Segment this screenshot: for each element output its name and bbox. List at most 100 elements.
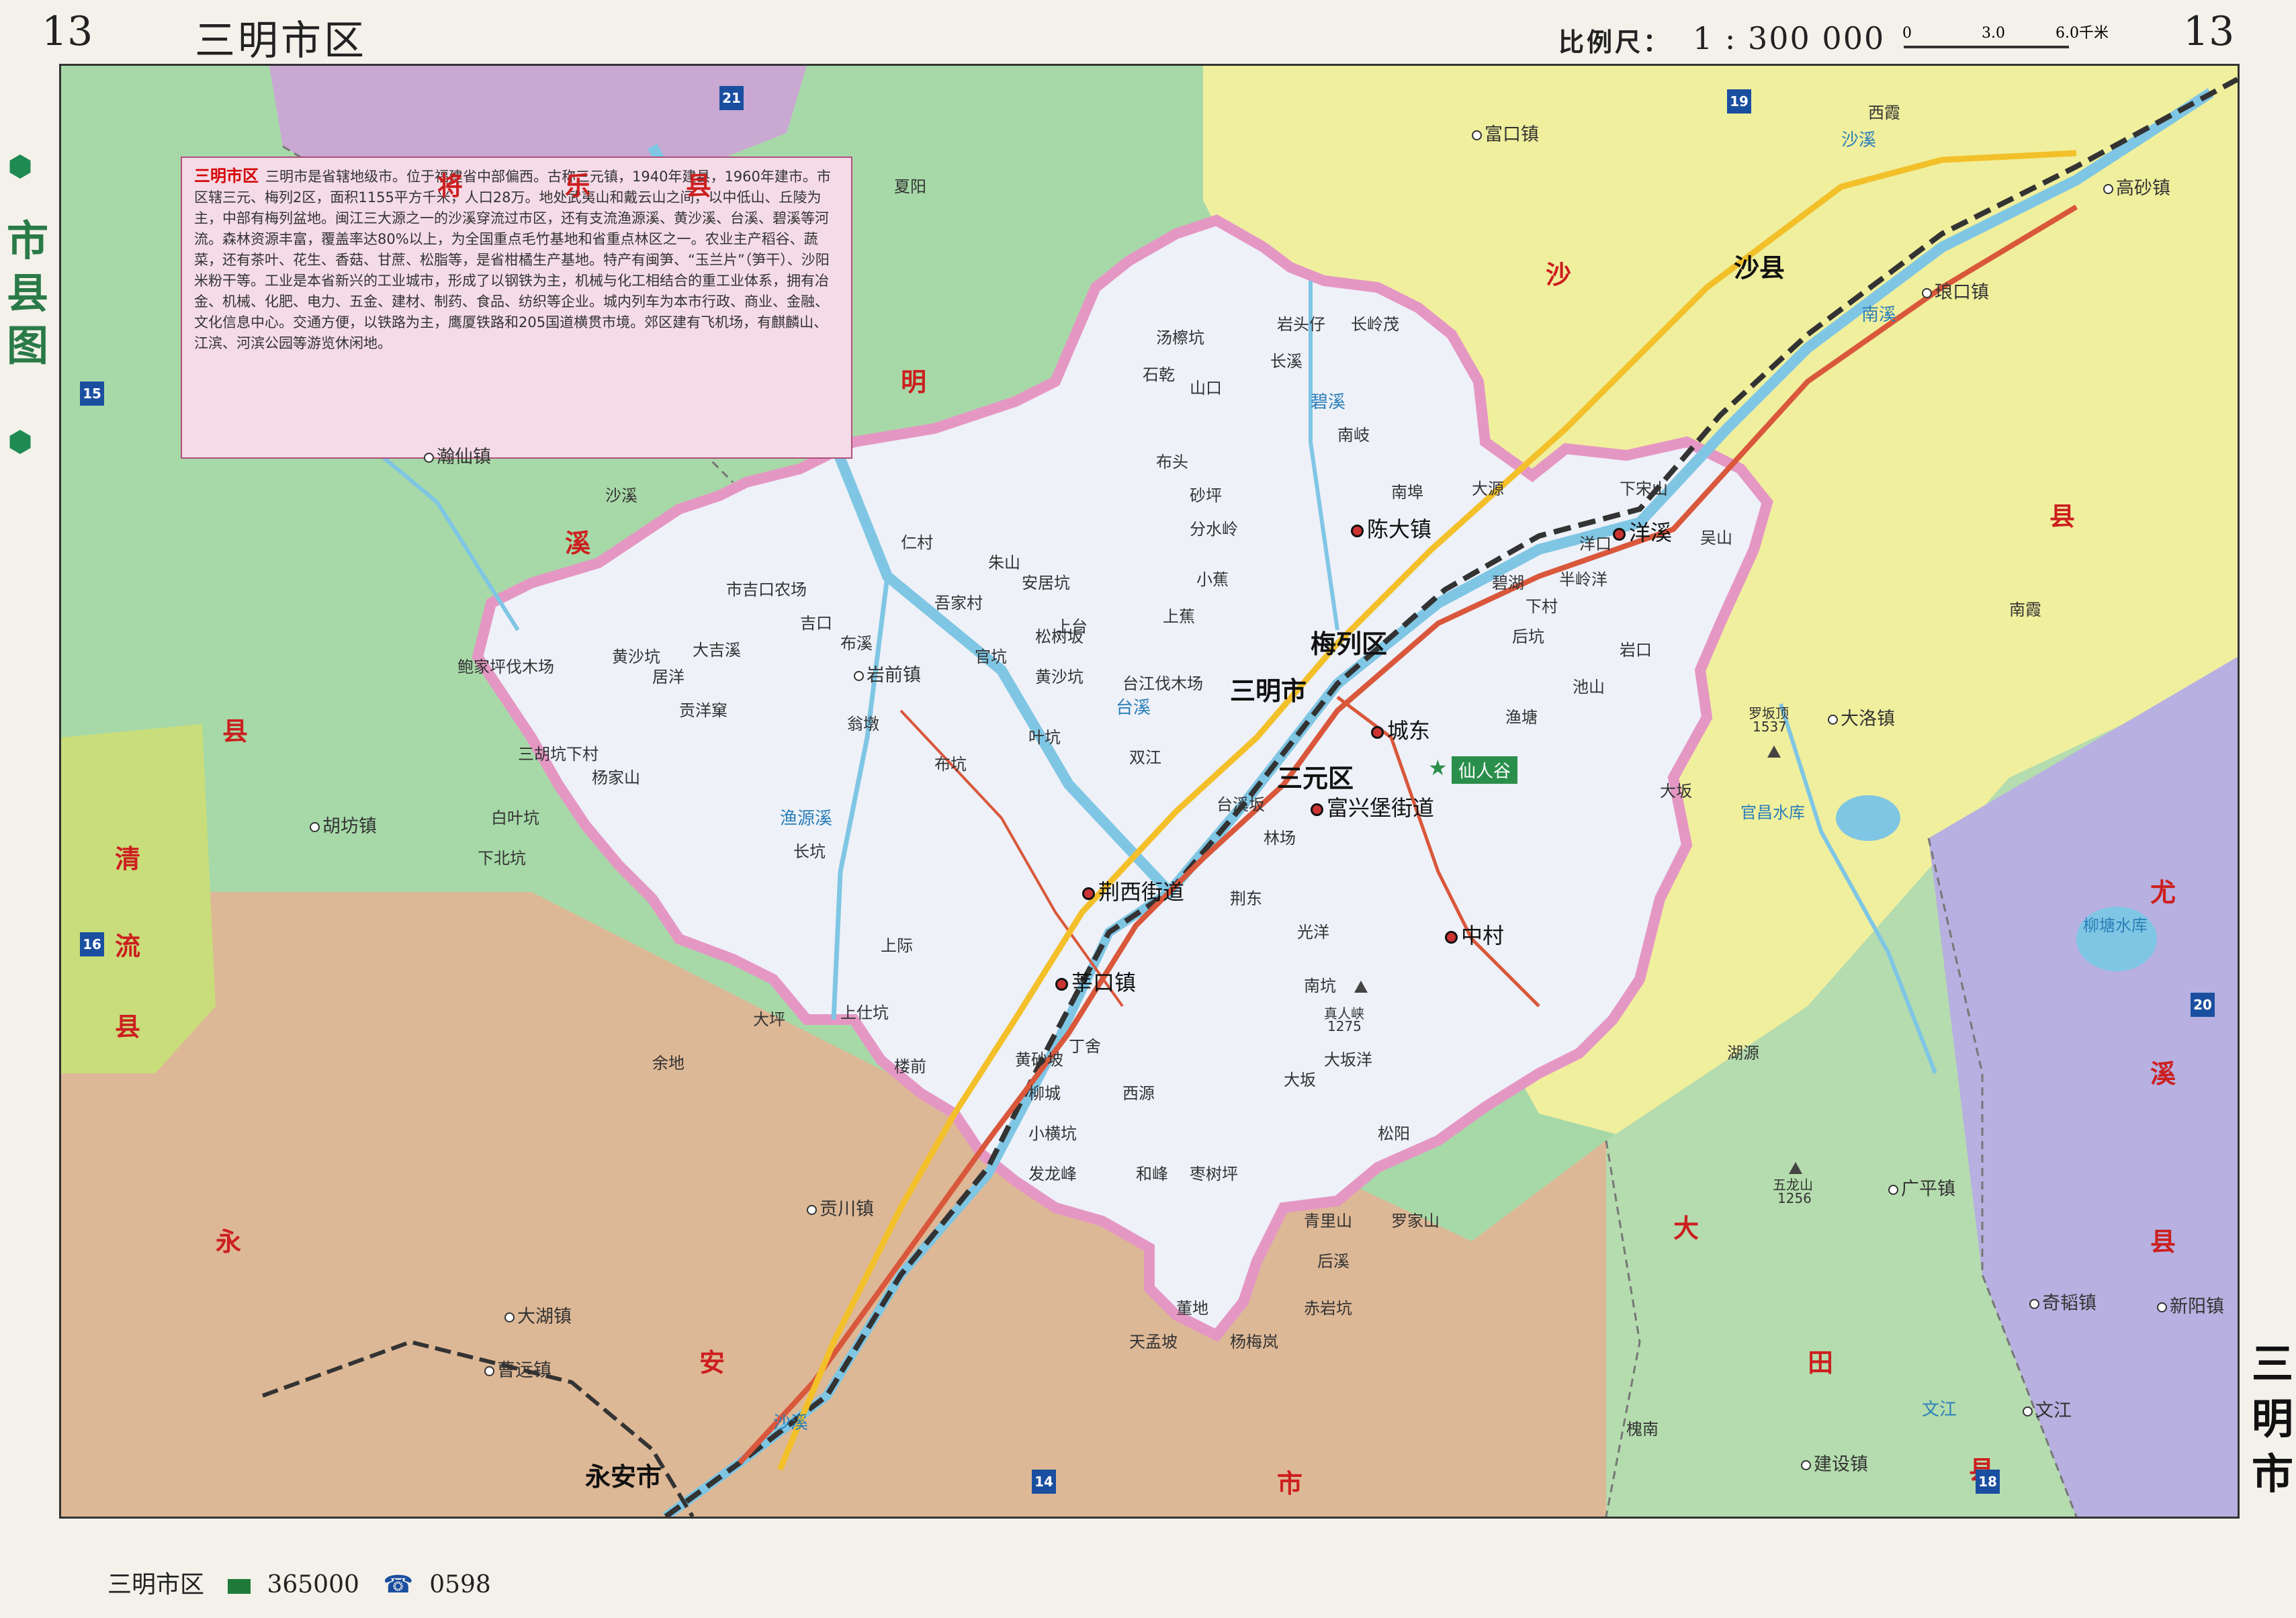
town-label[interactable]: 天孟坡 xyxy=(1129,1329,1178,1352)
town-label[interactable]: 上际 xyxy=(881,932,913,956)
town-label[interactable]: 荆东 xyxy=(1230,885,1262,909)
town-label[interactable]: 大湖镇 xyxy=(504,1302,572,1328)
town-label[interactable]: 曹远镇 xyxy=(484,1355,551,1382)
town-label[interactable]: 余地 xyxy=(652,1050,685,1073)
route-badge[interactable]: 14 xyxy=(1032,1470,1056,1494)
city-shaxian[interactable]: 沙县 xyxy=(1734,247,1785,284)
city-sanming[interactable]: 三明市 xyxy=(1230,670,1307,707)
town-label[interactable]: 安居坑 xyxy=(1022,570,1070,593)
town-label[interactable]: 下北坑 xyxy=(478,845,526,868)
town-label[interactable]: 富兴堡街道 xyxy=(1311,791,1434,822)
town-label[interactable]: 琅口镇 xyxy=(1922,277,1989,304)
town-label[interactable]: 分水岭 xyxy=(1190,516,1238,539)
town-label[interactable]: 西源 xyxy=(1122,1080,1155,1104)
town-label[interactable]: 鲍家坪伐木场 xyxy=(457,654,554,677)
town-label[interactable]: 渔塘 xyxy=(1505,704,1538,727)
town-label[interactable]: 罗家山 xyxy=(1391,1208,1440,1231)
town-label[interactable]: 岩头仔 xyxy=(1277,311,1325,334)
town-label[interactable]: 黄沙坑 xyxy=(1035,664,1084,687)
city-yongan[interactable]: 永安市 xyxy=(585,1456,662,1493)
town-label[interactable]: 高砂镇 xyxy=(2103,173,2170,199)
town-label[interactable]: 台江伐木场 xyxy=(1122,670,1203,694)
town-label[interactable]: 丁舍 xyxy=(1069,1033,1101,1057)
town-label[interactable]: 大坂 xyxy=(1660,778,1692,801)
town-label[interactable]: 楼前 xyxy=(894,1053,926,1077)
town-label[interactable]: 文江 xyxy=(2023,1396,2072,1422)
town-label[interactable]: 林场 xyxy=(1264,825,1296,848)
town-label[interactable]: 砂坪 xyxy=(1190,482,1222,506)
town-label[interactable]: 城东 xyxy=(1371,714,1430,745)
town-label[interactable]: 下宋山 xyxy=(1620,476,1668,499)
town-label[interactable]: 白叶坑 xyxy=(491,805,539,828)
town-label[interactable]: 沙溪 xyxy=(605,482,637,506)
town-label[interactable]: 奇韬镇 xyxy=(2029,1288,2096,1314)
town-label[interactable]: 青里山 xyxy=(1304,1208,1352,1231)
town-label[interactable]: 半岭洋 xyxy=(1559,566,1607,590)
town-label[interactable]: 翁墩 xyxy=(847,711,879,734)
town-label[interactable]: 富口镇 xyxy=(1472,120,1539,146)
town-label[interactable]: 上仕坑 xyxy=(840,999,889,1023)
town-label[interactable]: 后坑 xyxy=(1512,623,1544,647)
town-label[interactable]: 枣树坪 xyxy=(1190,1161,1238,1184)
town-label[interactable]: 发龙峰 xyxy=(1028,1161,1077,1184)
town-label[interactable]: 南岐 xyxy=(1337,422,1370,445)
town-label[interactable]: 南坑 xyxy=(1304,973,1336,996)
town-label[interactable]: 长坑 xyxy=(793,838,826,862)
town-label[interactable]: 下村 xyxy=(1526,593,1558,617)
town-label[interactable]: 赤岩坑 xyxy=(1304,1295,1352,1318)
town-label[interactable]: 居洋 xyxy=(652,664,685,687)
town-label[interactable]: 吾家村 xyxy=(934,590,983,613)
town-label[interactable]: 贡川镇 xyxy=(807,1194,874,1220)
route-badge[interactable]: 15 xyxy=(80,381,104,406)
town-label[interactable]: 台溪坂 xyxy=(1217,791,1265,815)
town-label[interactable]: 布溪 xyxy=(840,630,873,654)
town-label[interactable]: 布头 xyxy=(1156,449,1188,472)
town-label[interactable]: 光洋 xyxy=(1297,919,1329,942)
town-label[interactable]: 大源 xyxy=(1472,476,1504,499)
route-badge[interactable]: 21 xyxy=(719,86,744,110)
town-label[interactable]: 柳城 xyxy=(1028,1080,1061,1104)
town-label[interactable]: 夏阳 xyxy=(894,173,926,197)
town-label[interactable]: 朱山 xyxy=(988,549,1020,573)
town-label[interactable]: 仁村 xyxy=(901,529,933,553)
city-sanyuan[interactable]: 三元区 xyxy=(1277,758,1354,795)
town-label[interactable]: 上蕉 xyxy=(1163,603,1195,627)
town-label[interactable]: 荆西街道 xyxy=(1082,875,1184,906)
town-label[interactable]: 莘口镇 xyxy=(1055,966,1136,997)
scenic-label[interactable]: 仙人谷 xyxy=(1452,756,1518,784)
route-badge[interactable]: 19 xyxy=(1727,89,1751,114)
town-label[interactable]: 市吉口农场 xyxy=(726,576,807,600)
town-label[interactable]: 吉口 xyxy=(800,610,832,633)
town-label[interactable]: 大洛镇 xyxy=(1828,704,1895,730)
town-label[interactable]: 官坑 xyxy=(975,643,1007,667)
town-label[interactable]: 瀚仙镇 xyxy=(424,442,491,468)
town-label[interactable]: 布坑 xyxy=(934,751,967,774)
town-label[interactable]: 叶坑 xyxy=(1028,724,1061,748)
town-label[interactable]: 后溪 xyxy=(1317,1248,1350,1271)
town-label[interactable]: 陈大镇 xyxy=(1351,512,1431,543)
town-label[interactable]: 董地 xyxy=(1176,1295,1208,1318)
town-label[interactable]: 双江 xyxy=(1129,744,1161,768)
town-label[interactable]: 洋溪 xyxy=(1613,516,1672,547)
route-badge[interactable]: 16 xyxy=(80,932,104,956)
town-label[interactable]: 大坂 xyxy=(1284,1067,1316,1090)
town-label[interactable]: 杨梅岚 xyxy=(1230,1329,1278,1352)
town-label[interactable]: 长岭茂 xyxy=(1351,311,1399,334)
town-label[interactable]: 中村 xyxy=(1445,919,1504,950)
town-label[interactable]: 小蕉 xyxy=(1196,566,1229,590)
town-label[interactable]: 湖源 xyxy=(1727,1040,1759,1063)
town-label[interactable]: 大吉溪 xyxy=(693,637,741,660)
town-label[interactable]: 池山 xyxy=(1573,674,1605,697)
town-label[interactable]: 槐南 xyxy=(1626,1416,1659,1439)
town-label[interactable]: 大坪 xyxy=(753,1006,785,1030)
city-meilie[interactable]: 梅列区 xyxy=(1311,623,1387,660)
town-label[interactable]: 长溪 xyxy=(1270,348,1302,371)
town-label[interactable]: 黄沙坑 xyxy=(612,643,660,667)
town-label[interactable]: 三胡坑下村 xyxy=(518,741,599,764)
town-label[interactable]: 黄砂坡 xyxy=(1015,1046,1063,1070)
town-label[interactable]: 西霞 xyxy=(1868,99,1900,123)
town-label[interactable]: 南霞 xyxy=(2009,596,2041,620)
town-label[interactable]: 广平镇 xyxy=(1888,1174,1955,1200)
town-label[interactable]: 岩前镇 xyxy=(854,660,921,686)
town-label[interactable]: 松树坂 xyxy=(1035,623,1084,647)
